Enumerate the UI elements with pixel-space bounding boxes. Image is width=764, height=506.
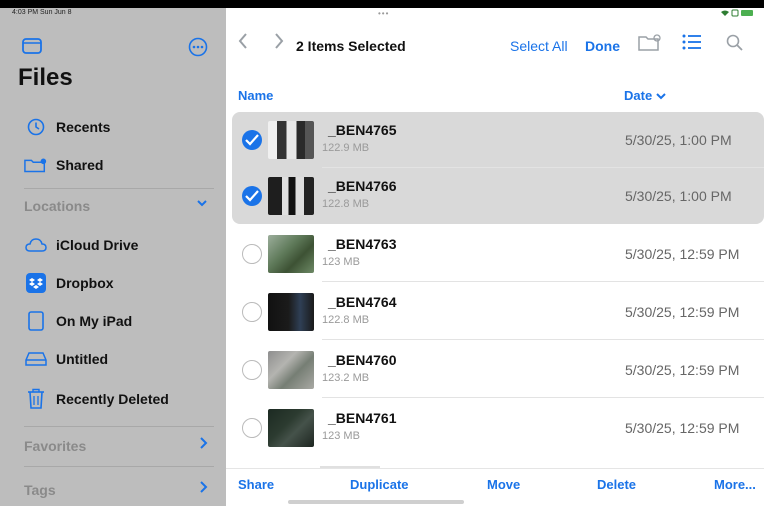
file-date: 5/30/25, 12:59 PM bbox=[625, 246, 740, 262]
divider bbox=[24, 188, 214, 189]
file-thumbnail bbox=[268, 177, 314, 215]
column-header-name[interactable]: Name bbox=[238, 88, 273, 103]
checkmark-icon[interactable] bbox=[242, 130, 262, 150]
file-thumbnail bbox=[268, 409, 314, 447]
sidebar-item-label: Untitled bbox=[56, 351, 109, 367]
back-icon[interactable] bbox=[238, 32, 248, 56]
file-date: 5/30/25, 12:59 PM bbox=[625, 362, 740, 378]
file-row[interactable]: _BEN4763 123 MB 5/30/25, 12:59 PM bbox=[232, 226, 764, 282]
divider bbox=[24, 466, 214, 467]
file-date: 5/30/25, 1:00 PM bbox=[625, 132, 732, 148]
search-icon[interactable] bbox=[726, 34, 744, 57]
sidebar-item-label: Shared bbox=[56, 157, 104, 173]
unchecked-circle-icon[interactable] bbox=[242, 302, 262, 322]
file-row[interactable]: _BEN4765 122.9 MB 5/30/25, 1:00 PM bbox=[232, 112, 764, 168]
file-thumbnail bbox=[268, 121, 314, 159]
tags-header[interactable]: Tags bbox=[24, 482, 56, 498]
row-divider bbox=[322, 339, 764, 340]
file-name: _BEN4761 bbox=[328, 410, 397, 426]
divider bbox=[24, 426, 214, 427]
file-row[interactable]: _BEN4760 123.2 MB 5/30/25, 12:59 PM bbox=[232, 342, 764, 398]
file-thumbnail bbox=[268, 351, 314, 389]
column-header-date-label: Date bbox=[624, 88, 653, 103]
file-row[interactable]: _BEN4764 122.8 MB 5/30/25, 12:59 PM bbox=[232, 284, 764, 340]
sidebar-title: Files bbox=[18, 64, 73, 91]
share-button[interactable]: Share bbox=[238, 477, 274, 492]
shared-folder-icon bbox=[24, 153, 48, 177]
file-size: 122.9 MB bbox=[322, 142, 370, 154]
file-date: 5/30/25, 12:59 PM bbox=[625, 304, 740, 320]
sidebar-item-recently-deleted[interactable]: Recently Deleted bbox=[0, 384, 226, 414]
trash-icon bbox=[24, 387, 48, 411]
file-thumbnail bbox=[268, 235, 314, 273]
file-row[interactable]: _BEN4766 122.8 MB 5/30/25, 1:00 PM bbox=[232, 168, 764, 224]
chevron-down-icon bbox=[656, 88, 666, 103]
done-button[interactable]: Done bbox=[585, 38, 620, 54]
new-folder-icon[interactable] bbox=[638, 34, 662, 57]
file-name: _BEN4763 bbox=[328, 236, 397, 252]
list-view-icon[interactable] bbox=[682, 34, 702, 55]
favorites-header[interactable]: Favorites bbox=[24, 438, 86, 454]
sidebar-item-untitled[interactable]: Untitled bbox=[0, 344, 226, 374]
sidebar: 4:03 PM Sun Jun 8 Files Recents Shared L… bbox=[0, 8, 226, 506]
file-date: 5/30/25, 1:00 PM bbox=[625, 188, 732, 204]
sidebar-item-on-my-ipad[interactable]: On My iPad bbox=[0, 306, 226, 336]
forward-icon[interactable] bbox=[274, 32, 284, 56]
checkmark-icon[interactable] bbox=[242, 186, 262, 206]
delete-button[interactable]: Delete bbox=[597, 477, 636, 492]
file-size: 123.2 MB bbox=[322, 372, 370, 384]
ipad-icon bbox=[24, 309, 48, 333]
multitask-dots[interactable]: ••• bbox=[378, 9, 389, 18]
sidebar-item-icloud-drive[interactable]: iCloud Drive bbox=[0, 230, 226, 260]
sidebar-item-label: iCloud Drive bbox=[56, 237, 139, 253]
status-time-date: 4:03 PM Sun Jun 8 bbox=[12, 9, 72, 16]
files-app: 4:03 PM Sun Jun 8 Files Recents Shared L… bbox=[0, 8, 764, 506]
file-size: 122.8 MB bbox=[322, 198, 370, 210]
sidebar-item-label: Dropbox bbox=[56, 275, 114, 291]
sidebar-item-recents[interactable]: Recents bbox=[0, 112, 226, 142]
sidebar-item-label: Recents bbox=[56, 119, 111, 135]
chevron-down-icon[interactable] bbox=[196, 196, 208, 212]
sidebar-item-dropbox[interactable]: Dropbox bbox=[0, 268, 226, 298]
sidebar-toggle-icon[interactable] bbox=[22, 38, 42, 59]
unchecked-circle-icon[interactable] bbox=[242, 418, 262, 438]
sidebar-item-label: Recently Deleted bbox=[56, 391, 169, 407]
dropbox-icon bbox=[24, 271, 48, 295]
more-options-icon[interactable] bbox=[188, 37, 208, 62]
sidebar-item-label: On My iPad bbox=[56, 313, 133, 329]
cloud-icon bbox=[24, 233, 48, 257]
chevron-right-icon[interactable] bbox=[198, 436, 208, 453]
ipad-screen: 4:03 PM Sun Jun 8 Files Recents Shared L… bbox=[0, 0, 764, 506]
file-name: _BEN4766 bbox=[328, 178, 397, 194]
unchecked-circle-icon[interactable] bbox=[242, 244, 262, 264]
page-title: 2 Items Selected bbox=[296, 38, 406, 54]
status-indicators-icon bbox=[720, 9, 754, 19]
file-row[interactable]: _BEN4761 123 MB 5/30/25, 12:59 PM bbox=[232, 400, 764, 456]
row-divider bbox=[322, 281, 764, 282]
chevron-right-icon[interactable] bbox=[198, 480, 208, 497]
locations-header[interactable]: Locations bbox=[24, 198, 90, 214]
select-all-button[interactable]: Select All bbox=[510, 38, 568, 54]
unchecked-circle-icon[interactable] bbox=[242, 360, 262, 380]
sidebar-item-shared[interactable]: Shared bbox=[0, 150, 226, 180]
file-size: 123 MB bbox=[322, 430, 360, 442]
file-name: _BEN4765 bbox=[328, 122, 397, 138]
file-name: _BEN4760 bbox=[328, 352, 397, 368]
home-indicator[interactable] bbox=[288, 500, 464, 504]
clock-icon bbox=[24, 115, 48, 139]
file-thumbnail bbox=[268, 293, 314, 331]
file-size: 123 MB bbox=[322, 256, 360, 268]
drive-icon bbox=[24, 347, 48, 371]
file-browser: ••• 2 Items Selected Select All Done Nam… bbox=[226, 8, 764, 506]
file-date: 5/30/25, 12:59 PM bbox=[625, 420, 740, 436]
move-button[interactable]: Move bbox=[487, 477, 520, 492]
file-name: _BEN4764 bbox=[328, 294, 397, 310]
file-size: 122.8 MB bbox=[322, 314, 370, 326]
duplicate-button[interactable]: Duplicate bbox=[350, 477, 409, 492]
row-divider bbox=[322, 397, 764, 398]
column-header-date[interactable]: Date bbox=[624, 88, 666, 103]
more-button[interactable]: More... bbox=[714, 477, 756, 492]
